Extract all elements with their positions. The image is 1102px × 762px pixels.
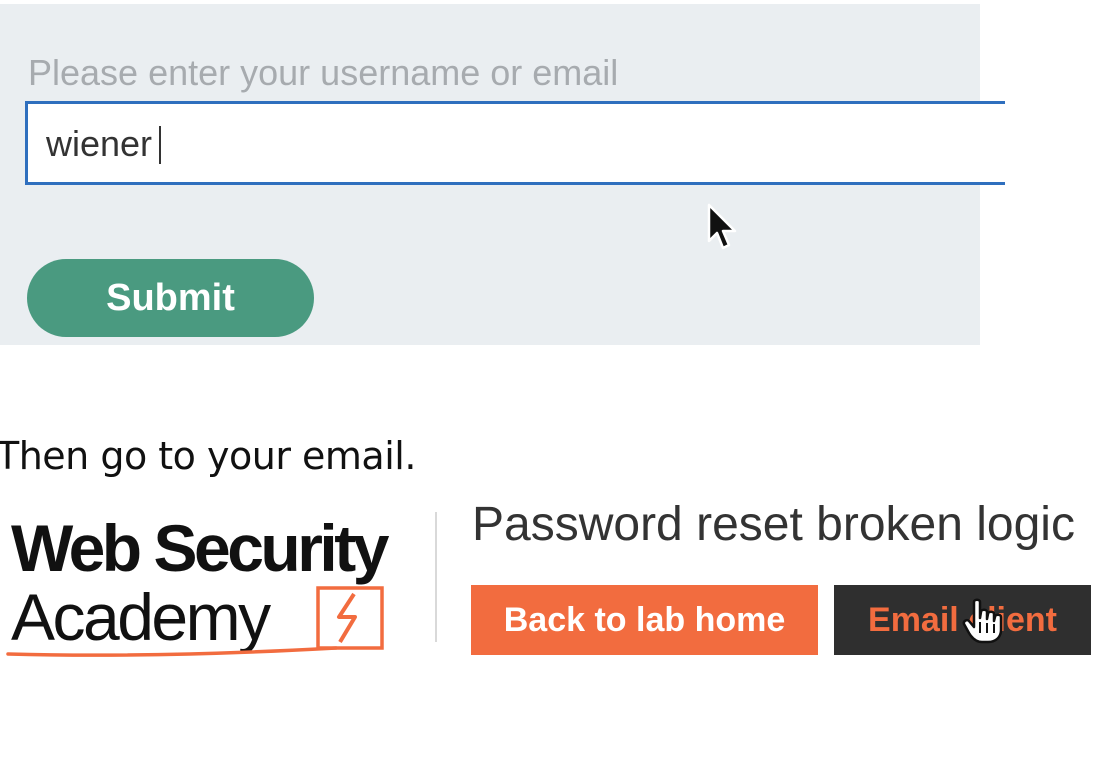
instruction-text: Then go to your email.: [0, 434, 416, 478]
header-divider: [435, 512, 437, 642]
logo-line1: Web Security: [11, 511, 390, 585]
submit-button[interactable]: Submit: [27, 259, 314, 337]
lab-title: Password reset broken logic: [472, 498, 1075, 551]
username-input-value: wiener: [46, 123, 153, 164]
text-caret: [159, 126, 161, 164]
hand-cursor-icon: [962, 598, 1004, 644]
web-security-academy-logo[interactable]: Web Security Academy: [6, 508, 431, 660]
arrow-cursor-icon: [706, 203, 740, 255]
reset-form-panel: Please enter your username or email wien…: [0, 4, 1005, 345]
username-input[interactable]: wiener: [25, 101, 1005, 185]
username-field-label: Please enter your username or email: [28, 52, 619, 93]
logo-line2: Academy: [11, 580, 271, 654]
back-to-lab-home-button[interactable]: Back to lab home: [471, 585, 818, 655]
